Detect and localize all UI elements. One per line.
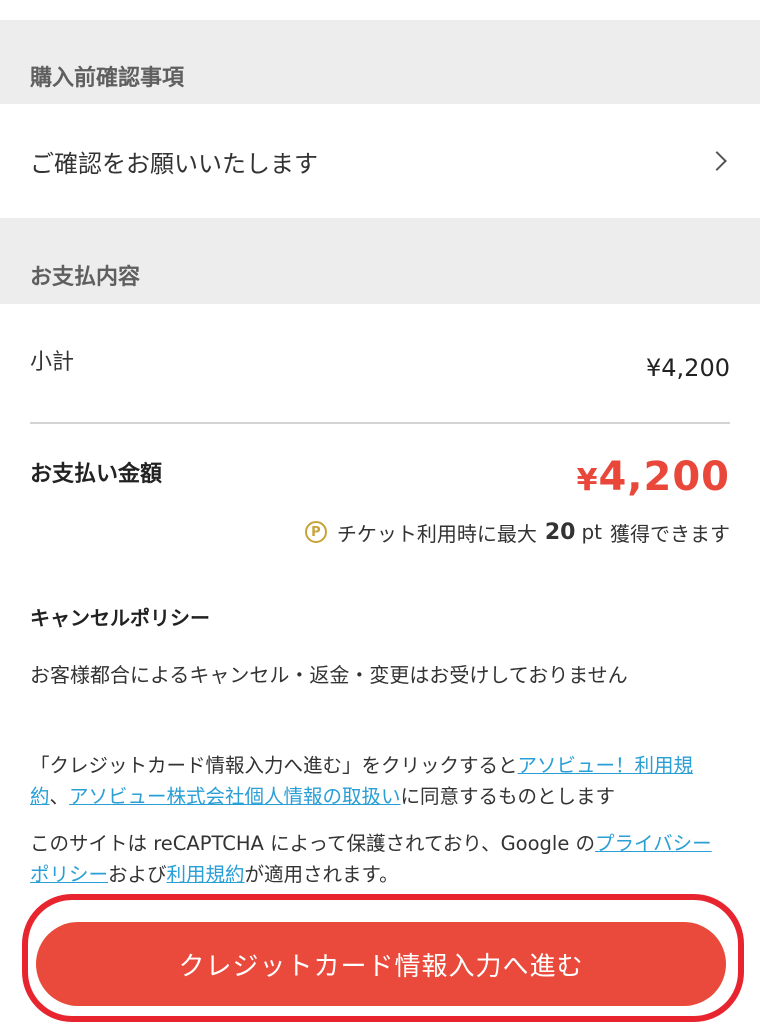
points-unit: pt	[581, 520, 602, 544]
subtotal-row: 小計 ¥4,200	[0, 304, 760, 422]
agreement-text: 「クレジットカード情報入力へ進む」をクリックするとアソビュー！利用規約、アソビュ…	[0, 750, 760, 812]
total-currency: ¥	[576, 463, 599, 498]
points-info: P チケット利用時に最大 20 pt 獲得できます	[0, 514, 760, 550]
pre-purchase-title: 購入前確認事項	[30, 66, 185, 91]
payment-title: お支払内容	[30, 265, 141, 290]
checkout-page: 購入前確認事項 ご確認をお願いいたします お支払内容 小計 ¥4,200 お支払…	[0, 0, 760, 1024]
total-label: お支払い金額	[30, 462, 163, 487]
confirm-items-row[interactable]: ご確認をお願いいたします	[0, 104, 760, 218]
confirm-row-label: ご確認をお願いいたします	[30, 149, 318, 178]
payment-section-header: お支払内容	[0, 218, 760, 304]
subtotal-label: 小計	[30, 350, 75, 375]
cta-area: クレジットカード情報入力へ進む	[0, 888, 760, 1024]
top-spacer	[0, 0, 760, 20]
proceed-to-credit-card-button[interactable]: クレジットカード情報入力へ進む	[36, 922, 726, 1006]
recaptcha-prefix: このサイトは reCAPTCHA によって保護されており、Google の	[30, 832, 596, 855]
agreement-separator: 、	[49, 785, 70, 808]
total-amount: ¥4,200	[577, 454, 730, 500]
agreement-suffix: に同意するものとします	[400, 785, 616, 808]
pre-purchase-section-header: 購入前確認事項	[0, 20, 760, 104]
google-terms-link[interactable]: 利用規約	[167, 863, 245, 886]
recaptcha-suffix: が適用されます。	[244, 863, 399, 886]
cancel-policy-text: お客様都合によるキャンセル・返金・変更はお受けしておりません	[30, 663, 628, 687]
recaptcha-notice: このサイトは reCAPTCHA によって保護されており、Google のプライ…	[0, 828, 760, 890]
privacy-handling-link[interactable]: アソビュー株式会社個人情報の取扱い	[69, 785, 401, 808]
points-number: 20	[544, 519, 576, 545]
points-prefix: チケット利用時に最大	[336, 521, 537, 546]
subtotal-value: ¥4,200	[646, 354, 730, 382]
points-p-icon: P	[304, 521, 327, 543]
cancel-policy-title: キャンセルポリシー	[30, 606, 210, 630]
chevron-right-icon	[707, 151, 727, 171]
total-amount-number: 4,200	[598, 454, 730, 500]
recaptcha-middle: および	[108, 863, 167, 886]
points-suffix: 獲得できます	[610, 521, 730, 546]
agreement-prefix: 「クレジットカード情報入力へ進む」をクリックすると	[30, 754, 518, 777]
total-row: お支払い金額 ¥4,200	[0, 424, 760, 514]
